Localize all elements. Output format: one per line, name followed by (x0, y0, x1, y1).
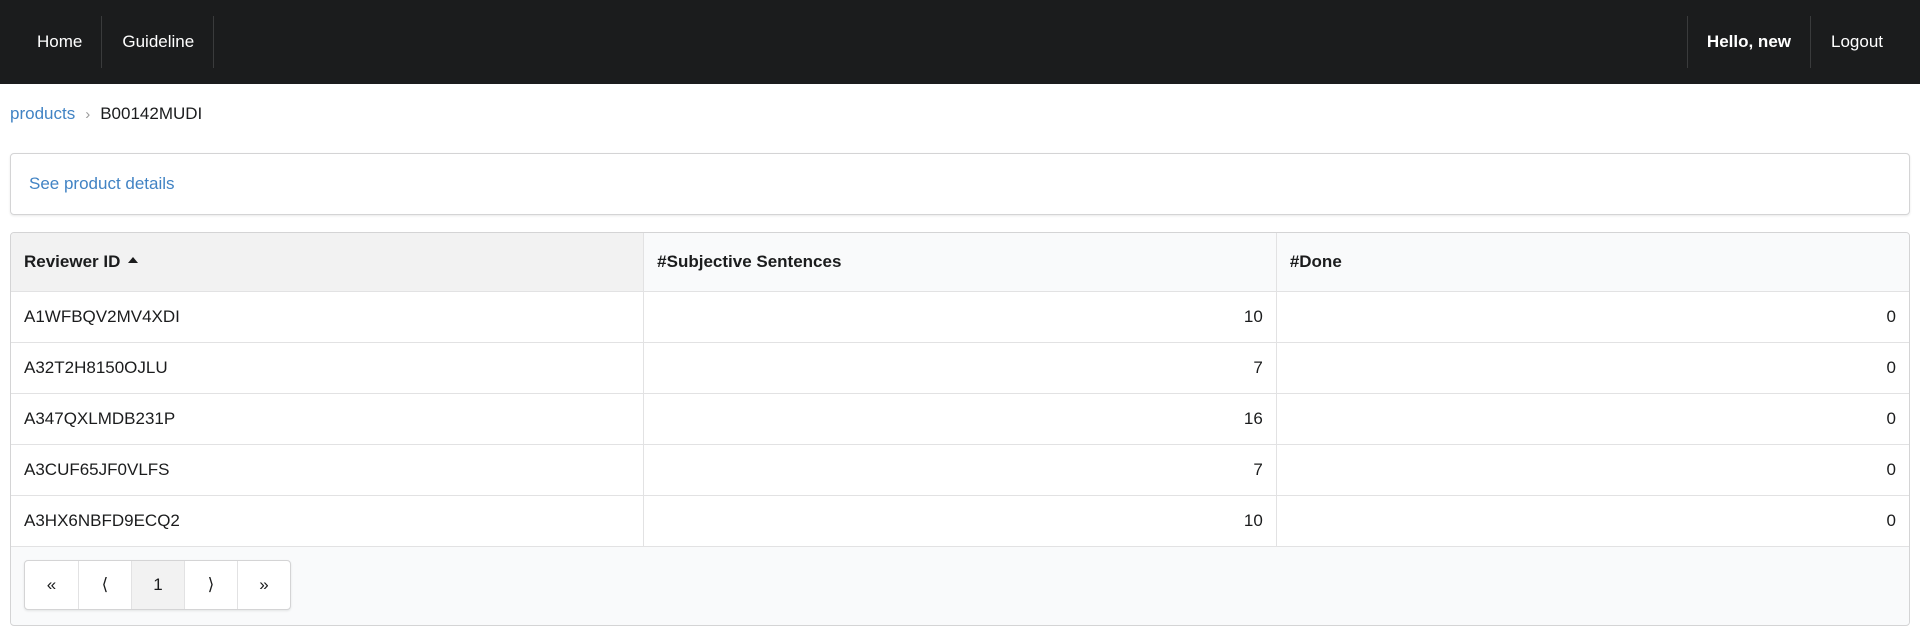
first-page-button[interactable]: « (25, 561, 78, 609)
next-page-button[interactable]: ⟩ (184, 561, 237, 609)
reviewers-table-container: Reviewer ID #Subjective Sentences #Done … (10, 232, 1910, 626)
chevron-right-icon: › (85, 105, 91, 123)
done-cell: 0 (1275, 392, 1909, 444)
column-header-done[interactable]: #Done (1275, 233, 1909, 292)
reviewer-id-cell: A3CUF65JF0VLFS (11, 443, 644, 495)
nav-guideline-link[interactable]: Guideline (102, 0, 215, 84)
column-header-subjective-sentences[interactable]: #Subjective Sentences (643, 233, 1277, 292)
top-navbar: Home Guideline Hello, new Logout (0, 0, 1920, 84)
table-row: A347QXLMDB231P 16 0 (11, 392, 1909, 444)
reviewers-table: Reviewer ID #Subjective Sentences #Done … (11, 233, 1909, 546)
column-header-label: Reviewer ID (24, 251, 121, 271)
table-row: A3CUF65JF0VLFS 7 0 (11, 443, 1909, 495)
nav-left: Home Guideline (0, 0, 215, 84)
logout-link[interactable]: Logout (1811, 0, 1920, 84)
subjective-sentences-cell: 16 (643, 392, 1277, 444)
breadcrumb-products-link[interactable]: products (10, 104, 75, 124)
sort-ascending-icon (128, 257, 139, 264)
user-greeting: Hello, new (1686, 0, 1812, 84)
reviewer-id-cell: A3HX6NBFD9ECQ2 (11, 494, 644, 546)
reviewer-id-cell: A32T2H8150OJLU (11, 341, 644, 393)
subjective-sentences-cell: 7 (643, 443, 1277, 495)
breadcrumb-current: B00142MUDI (100, 104, 203, 123)
column-header-label: #Done (1289, 251, 1342, 271)
done-cell: 0 (1275, 494, 1909, 546)
subjective-sentences-cell: 10 (643, 494, 1277, 546)
reviewer-id-cell: A1WFBQV2MV4XDI (11, 291, 644, 342)
done-cell: 0 (1275, 443, 1909, 495)
pagination: « ⟨ 1 ⟩ » (24, 560, 291, 610)
product-details-card: See product details (10, 153, 1910, 215)
column-header-label: #Subjective Sentences (657, 251, 842, 271)
reviewer-id-cell: A347QXLMDB231P (11, 392, 644, 444)
see-product-details-link[interactable]: See product details (29, 174, 175, 194)
subjective-sentences-cell: 10 (643, 291, 1277, 342)
table-row: A32T2H8150OJLU 7 0 (11, 341, 1909, 393)
table-header-row: Reviewer ID #Subjective Sentences #Done (11, 233, 1909, 292)
done-cell: 0 (1275, 341, 1909, 393)
last-page-button[interactable]: » (237, 561, 290, 609)
subjective-sentences-cell: 7 (643, 341, 1277, 393)
table-row: A3HX6NBFD9ECQ2 10 0 (11, 494, 1909, 546)
column-header-reviewer-id[interactable]: Reviewer ID (11, 233, 644, 292)
page-1-button[interactable]: 1 (131, 561, 184, 609)
nav-home-link[interactable]: Home (0, 0, 103, 84)
nav-right: Hello, new Logout (1686, 0, 1920, 84)
table-footer: « ⟨ 1 ⟩ » (11, 546, 1909, 624)
table-row: A1WFBQV2MV4XDI 10 0 (11, 291, 1909, 342)
previous-page-button[interactable]: ⟨ (78, 561, 131, 609)
breadcrumb: products › B00142MUDI (10, 102, 202, 126)
done-cell: 0 (1275, 291, 1909, 342)
